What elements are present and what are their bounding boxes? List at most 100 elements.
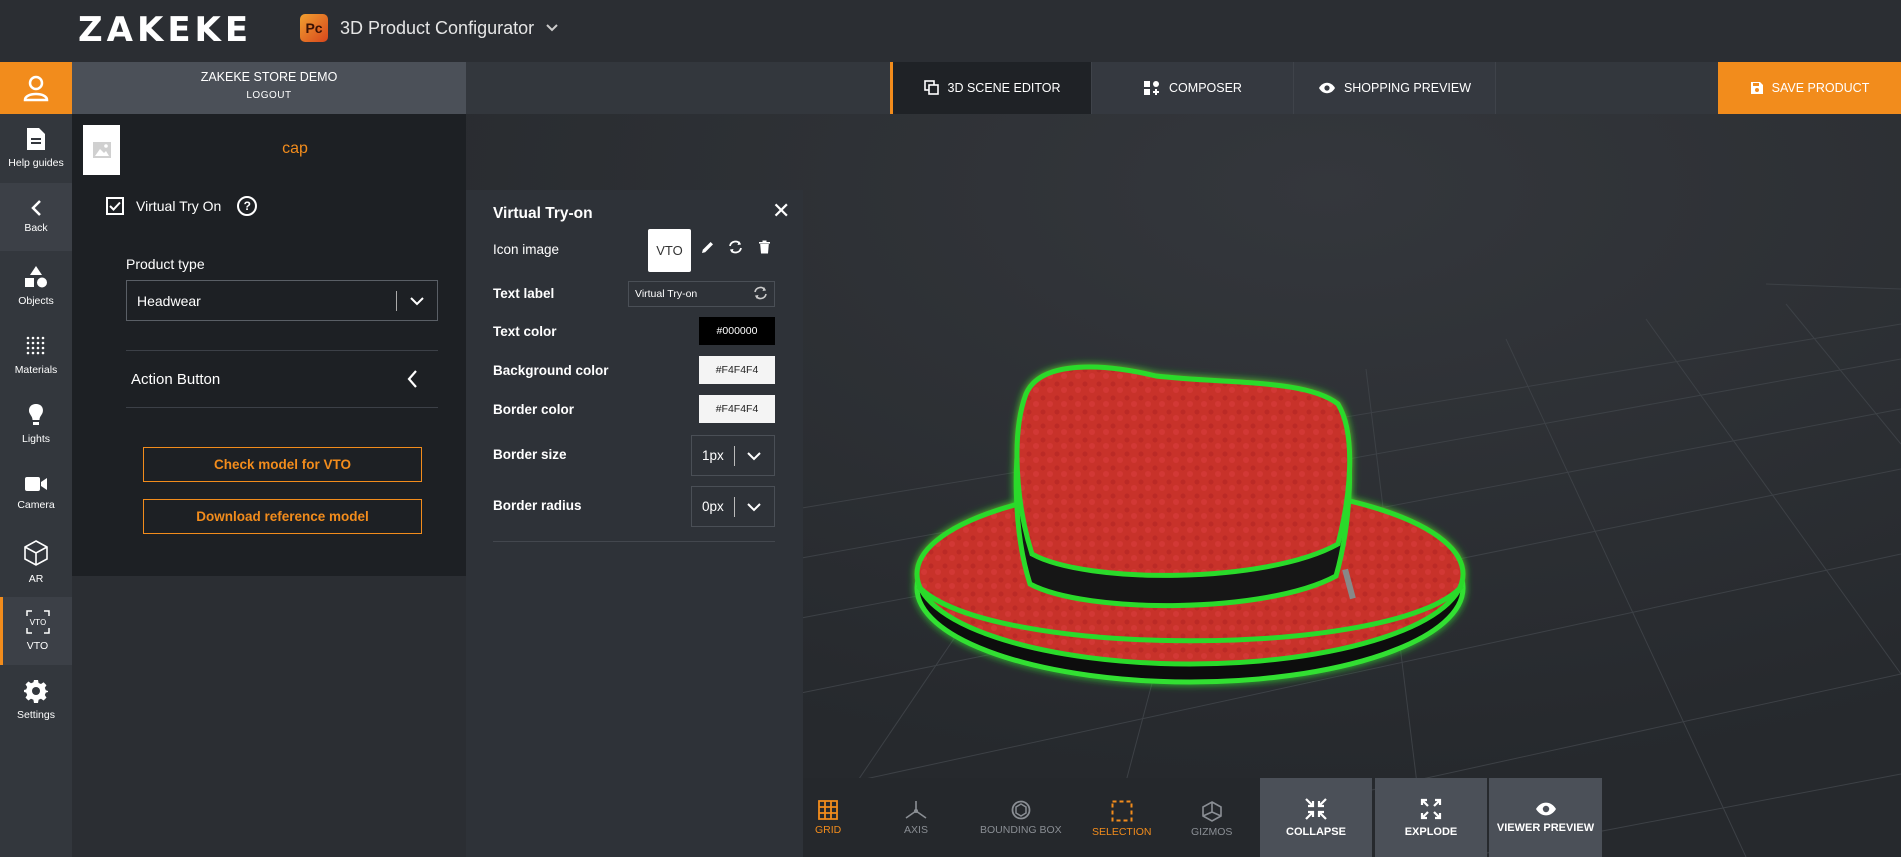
action-button-section[interactable]: Action Button	[126, 350, 438, 408]
gear-icon	[24, 680, 48, 703]
tab-composer[interactable]: COMPOSER	[1092, 62, 1294, 114]
select-separator	[396, 291, 397, 311]
sidebar-item-camera[interactable]: Camera	[0, 459, 72, 527]
sidebar-item-back[interactable]: Back	[0, 183, 72, 251]
vto-panel-divider	[493, 541, 775, 542]
sidebar-item-label: VTO	[26, 640, 49, 652]
save-product-label: SAVE PRODUCT	[1771, 81, 1870, 95]
toggle-label: BOUNDING BOX	[980, 824, 1062, 836]
toggle-axis[interactable]: AXIS	[904, 800, 928, 836]
trash-icon[interactable]	[758, 240, 771, 254]
border-size-select[interactable]: 1px	[691, 435, 775, 476]
action-button-label: Action Button	[131, 370, 221, 388]
sidebar-item-lights[interactable]: Lights	[0, 390, 72, 458]
model-name[interactable]: cap	[220, 140, 370, 158]
border-radius-select[interactable]: 0px	[691, 486, 775, 527]
sidebar-item-label: Camera	[17, 499, 55, 511]
chevron-left-icon	[407, 370, 417, 388]
explode-button[interactable]: EXPLODE	[1375, 778, 1487, 857]
axis-icon	[905, 801, 927, 819]
product-type-value: Headwear	[137, 292, 201, 309]
background-color-label: Background color	[493, 363, 609, 378]
toggle-selection[interactable]: SELECTION	[1092, 800, 1152, 838]
text-color-picker[interactable]: #000000	[699, 317, 775, 345]
app-title: 3D Product Configurator	[340, 17, 535, 38]
composer-icon	[1144, 81, 1160, 95]
store-name: ZAKEKE STORE DEMO	[200, 70, 338, 84]
checkmark-icon	[109, 201, 121, 211]
icon-image-label: Icon image	[493, 242, 560, 257]
eye-icon	[1535, 802, 1556, 815]
sidebar-item-label: Objects	[18, 295, 54, 307]
check-model-vto-button[interactable]: Check model for VTO	[143, 447, 422, 482]
tab-label: 3D SCENE EDITOR	[947, 81, 1061, 95]
reset-icon[interactable]	[753, 286, 768, 300]
tab-shopping-preview[interactable]: SHOPPING PREVIEW	[1294, 62, 1496, 114]
toggle-gizmos[interactable]: GIZMOS	[1191, 800, 1232, 838]
background-color-picker[interactable]: #F4F4F4	[699, 356, 775, 384]
border-color-picker[interactable]: #F4F4F4	[699, 395, 775, 423]
chevron-down-icon	[546, 24, 558, 32]
user-account-button[interactable]	[0, 62, 72, 114]
explode-label: EXPLODE	[1404, 825, 1458, 838]
collapse-button[interactable]: COLLAPSE	[1260, 778, 1372, 857]
product-type-label: Product type	[126, 256, 205, 272]
sidebar-item-vto[interactable]: VTO VTO	[0, 597, 72, 665]
sidebar-item-objects[interactable]: Objects	[0, 252, 72, 320]
shapes-icon	[25, 266, 47, 288]
toggle-bounding-box[interactable]: BOUNDING BOX	[980, 800, 1062, 836]
document-icon	[27, 128, 45, 150]
help-icon[interactable]: ?	[237, 196, 258, 216]
camera-icon	[25, 477, 47, 491]
refresh-icon[interactable]	[728, 240, 743, 254]
eye-icon	[1318, 82, 1335, 94]
tab-label: SHOPPING PREVIEW	[1343, 81, 1472, 95]
lightbulb-icon	[29, 404, 43, 425]
text-color-label: Text color	[493, 324, 557, 339]
pencil-icon[interactable]	[701, 240, 715, 254]
selection-icon	[1111, 800, 1133, 822]
text-label-input[interactable]: Virtual Try-on	[628, 281, 775, 307]
model-thumbnail[interactable]	[83, 125, 120, 175]
logout-link[interactable]: LOGOUT	[72, 90, 466, 101]
vto-toggle-row: Virtual Try On ?	[106, 196, 258, 216]
chevron-down-icon	[747, 503, 761, 512]
select-separator	[734, 446, 735, 466]
toggle-label: GIZMOS	[1191, 826, 1233, 838]
toggle-grid[interactable]: GRID	[815, 800, 841, 836]
sidebar-item-ar[interactable]: AR	[0, 528, 72, 596]
save-icon	[1750, 82, 1763, 94]
text-label-value: Virtual Try-on	[635, 288, 698, 300]
svg-text:VTO: VTO	[29, 618, 46, 627]
zakeke-logo: ZAKEKE	[78, 10, 253, 50]
app-switcher[interactable]: Pc 3D Product Configurator	[300, 14, 558, 42]
sidebar-item-label: Lights	[21, 433, 51, 445]
sidebar-item-help-guides[interactable]: Help guides	[0, 114, 72, 182]
collapse-icon	[1305, 797, 1327, 820]
close-icon[interactable]: ✕	[772, 198, 790, 224]
save-product-button[interactable]: SAVE PRODUCT	[1718, 62, 1901, 114]
app-badge-icon: Pc	[300, 14, 328, 42]
image-placeholder-icon	[92, 142, 111, 158]
tab-3d-scene-editor[interactable]: 3D SCENE EDITOR	[890, 62, 1092, 114]
download-reference-model-button[interactable]: Download reference model	[143, 499, 422, 534]
border-size-label: Border size	[493, 447, 567, 462]
vto-panel-title: Virtual Try-on	[493, 205, 593, 222]
viewer-preview-label: VIEWER PREVIEW	[1496, 821, 1595, 834]
gizmo-icon	[1201, 801, 1222, 822]
toggle-label: GRID	[815, 824, 842, 836]
sidebar-item-materials[interactable]: Materials	[0, 321, 72, 389]
sidebar-item-label: AR	[28, 573, 44, 585]
border-size-value: 1px	[702, 448, 724, 463]
viewer-preview-button[interactable]: VIEWER PREVIEW	[1489, 778, 1602, 857]
materials-icon	[26, 336, 45, 355]
vto-icon-image[interactable]: VTO	[648, 229, 691, 272]
vto-icon-text: VTO	[656, 243, 683, 258]
toggle-label: AXIS	[904, 824, 928, 836]
product-type-select[interactable]: Headwear	[126, 280, 438, 321]
sidebar-item-settings[interactable]: Settings	[0, 666, 72, 734]
store-info: ZAKEKE STORE DEMO LOGOUT	[72, 62, 466, 114]
vto-checkbox[interactable]	[106, 197, 124, 215]
grid-icon	[818, 800, 839, 820]
sidebar-item-label: Materials	[14, 364, 58, 376]
